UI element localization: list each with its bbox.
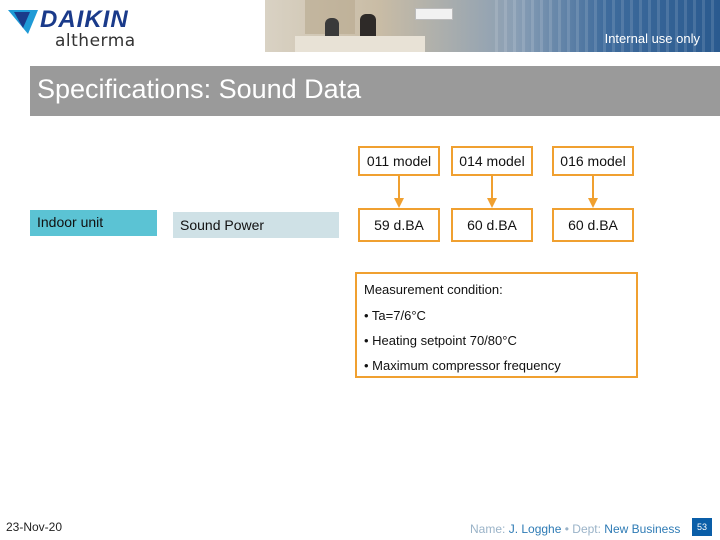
dept-label: Dept:	[572, 522, 605, 536]
brand-name: DAIKIN	[40, 6, 129, 33]
model-header-016: 016 model	[552, 146, 634, 176]
classification-label: Internal use only	[604, 31, 700, 46]
separator: •	[561, 522, 573, 536]
title-bar: Specifications: Sound Data	[30, 66, 720, 116]
name-label: Name:	[470, 522, 509, 536]
condition-item: • Maximum compressor frequency	[364, 358, 561, 373]
product-name: altherma	[55, 31, 136, 51]
condition-item: • Heating setpoint 70/80°C	[364, 333, 517, 348]
condition-item: • Ta=7/6°C	[364, 308, 426, 323]
logo: DAIKIN altherma	[0, 0, 265, 52]
footer-date: 23-Nov-20	[6, 520, 63, 534]
conditions-title: Measurement condition:	[364, 282, 503, 297]
daikin-logo-icon	[8, 10, 38, 34]
down-arrow-icon	[588, 176, 598, 208]
model-header-011: 011 model	[358, 146, 440, 176]
page-title: Specifications: Sound Data	[37, 74, 362, 104]
name-value: J. Logghe	[508, 522, 562, 536]
down-arrow-icon	[487, 176, 497, 208]
sound-value-014: 60 d.BA	[451, 208, 533, 242]
sound-value-016: 60 d.BA	[552, 208, 634, 242]
footer-author: Name: J. Logghe • Dept: New Business	[470, 522, 680, 536]
dept-value: New Business	[604, 522, 681, 536]
sound-value-011: 59 d.BA	[358, 208, 440, 242]
page-number: 53	[692, 518, 712, 536]
down-arrow-icon	[394, 176, 404, 208]
parameter-label: Sound Power	[180, 217, 265, 233]
parameter-label-box: Sound Power	[173, 212, 339, 238]
category-label-box: Indoor unit	[30, 210, 157, 236]
category-label: Indoor unit	[37, 214, 104, 230]
measurement-conditions: Measurement condition: • Ta=7/6°C • Heat…	[355, 272, 638, 378]
model-header-014: 014 model	[451, 146, 533, 176]
